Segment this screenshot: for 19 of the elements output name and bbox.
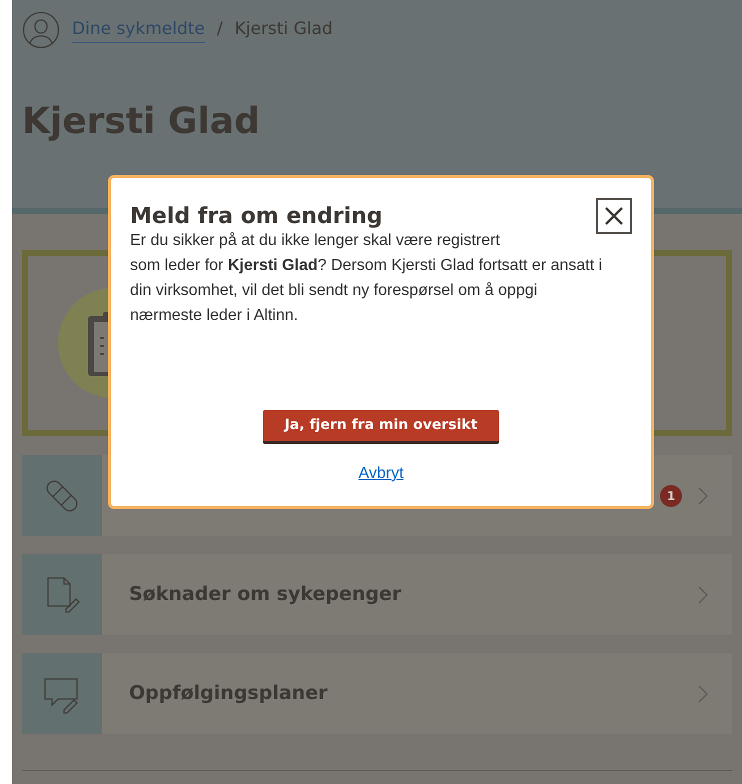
chevron-right-icon [698,486,708,504]
page-title: Kjersti Glad [22,100,261,144]
cancel-link[interactable]: Avbryt [358,462,404,486]
breadcrumb-separator: / [216,18,223,42]
count-badge: 1 [660,484,682,506]
close-icon [605,207,623,225]
modal-title: Meld fra om endring [130,203,383,231]
chevron-right-icon [698,684,708,702]
modal-message: Er du sikker på at du ikke lenger skal være registrert som leder for Kjersti Glad? Dersom Kjersti Glad fortsatt er ansatt i din virksomhet, vil det bli sendt ny forespørsel om å oppgi nærmeste leder i Altinn. [130,231,604,326]
nav-label: Oppfølgingsplaner [129,681,328,706]
close-button[interactable] [596,198,632,234]
nav-row[interactable]: Søknader om sykepenger [22,554,732,635]
confirm-button[interactable]: Ja, fjern fra min oversikt [263,410,499,444]
user-avatar-icon [22,11,60,49]
chevron-right-icon [698,586,708,604]
breadcrumb-link[interactable]: Dine sykmeldte [72,16,205,44]
nav-row[interactable]: Oppfølgingsplaner [22,653,732,734]
breadcrumb-current: Kjersti Glad [234,18,333,42]
nav-label: Søknader om sykepenger [129,582,402,608]
